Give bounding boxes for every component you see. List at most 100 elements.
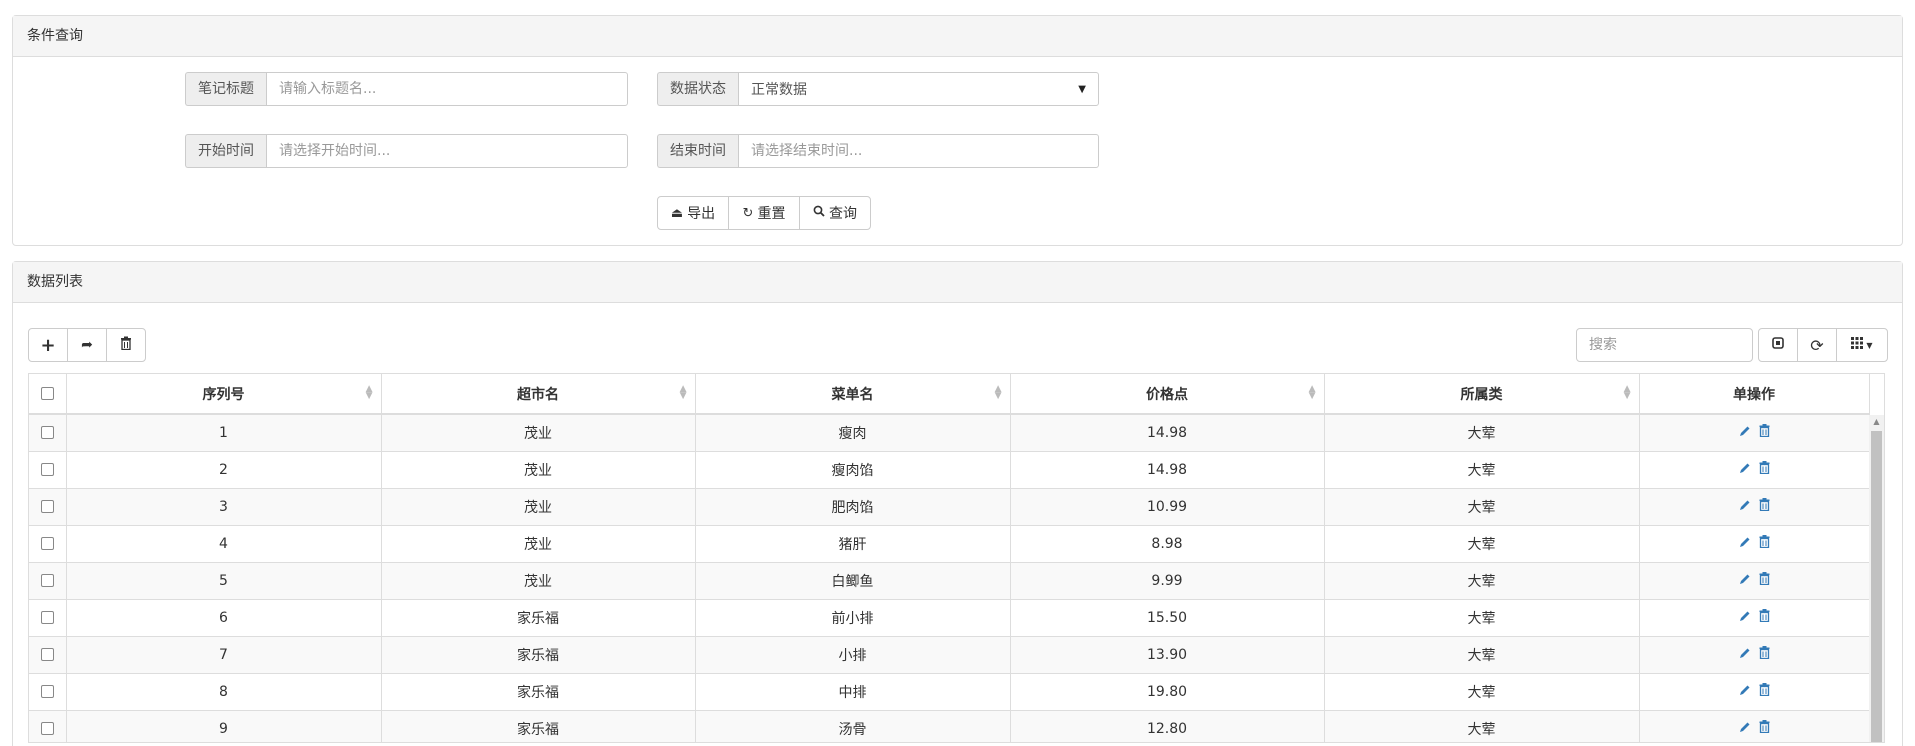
edit-pencil-icon[interactable] (1739, 499, 1751, 515)
column-header-label: 价格点 (1146, 386, 1188, 403)
trash-icon[interactable] (1759, 498, 1770, 515)
cell-market: 家乐福 (381, 709, 696, 742)
table-row[interactable]: 5 茂业 白鲫鱼 9.99 大荤 (29, 561, 1870, 599)
row-select-cell[interactable] (29, 413, 67, 451)
cell-market: 茂业 (381, 450, 696, 488)
toggle-view-button[interactable] (1758, 328, 1798, 362)
cell-id: 6 (66, 598, 382, 636)
end-time-input[interactable] (738, 134, 1099, 168)
table-header-row: 序列号 ▲ ▼ 超市名 ▲ ▼ 菜单名 ▲ ▼ 价格点 ▲ ▼ 所属类 ▲ ▼ 单操作 (29, 374, 1870, 415)
export-icon: ⏏ (670, 205, 684, 221)
row-select-cell[interactable] (29, 450, 67, 488)
row-select-cell[interactable] (29, 561, 67, 599)
select-all-cell[interactable] (29, 374, 67, 415)
row-actions (1639, 450, 1870, 488)
edit-pencil-icon[interactable] (1739, 721, 1751, 737)
table-row[interactable]: 2 茂业 瘦肉馅 14.98 大荤 (29, 450, 1870, 488)
reset-button[interactable]: ↻ 重置 (728, 196, 800, 230)
row-checkbox[interactable] (40, 722, 54, 736)
edit-pencil-icon[interactable] (1739, 425, 1751, 441)
row-select-cell[interactable] (29, 598, 67, 636)
trash-icon[interactable] (1759, 609, 1770, 626)
cell-market: 茂业 (381, 561, 696, 599)
trash-icon[interactable] (1759, 646, 1770, 663)
cell-price: 13.90 (1010, 635, 1325, 673)
trash-icon[interactable] (1759, 720, 1770, 737)
table-row[interactable]: 7 家乐福 小排 13.90 大荤 (29, 635, 1870, 673)
column-header[interactable]: 价格点 ▲ ▼ (1010, 374, 1325, 415)
edit-pencil-icon[interactable] (1739, 462, 1751, 478)
column-header: 单操作 (1639, 374, 1870, 415)
cell-dish: 肥肉馅 (695, 487, 1011, 525)
column-header[interactable]: 菜单名 ▲ ▼ (695, 374, 1011, 415)
start-time-input[interactable] (266, 134, 628, 168)
table-row[interactable]: 1 茂业 瘦肉 14.98 大荤 (29, 413, 1870, 451)
note-title-input[interactable] (266, 72, 628, 106)
list-panel-title: 数据列表 (13, 262, 1902, 303)
delete-button[interactable] (106, 328, 146, 362)
column-header[interactable]: 超市名 ▲ ▼ (381, 374, 696, 415)
trash-icon[interactable] (1759, 461, 1770, 478)
row-checkbox[interactable] (40, 463, 54, 476)
row-select-cell[interactable] (29, 672, 67, 710)
edit-pencil-icon[interactable] (1739, 647, 1751, 663)
query-button[interactable]: 查询 (799, 196, 871, 230)
row-select-cell[interactable] (29, 635, 67, 673)
export-button[interactable]: ⏏ 导出 (657, 196, 729, 230)
column-header[interactable]: 序列号 ▲ ▼ (66, 374, 382, 415)
row-checkbox[interactable] (40, 574, 54, 587)
columns-button[interactable]: ▼ (1836, 328, 1888, 362)
column-header[interactable]: 所属类 ▲ ▼ (1324, 374, 1640, 415)
row-checkbox[interactable] (40, 426, 54, 440)
row-select-cell[interactable] (29, 709, 67, 742)
row-select-cell[interactable] (29, 487, 67, 525)
vertical-scrollbar[interactable]: ▲ (1869, 415, 1884, 742)
table-row[interactable]: 9 家乐福 汤骨 12.80 大荤 (29, 709, 1870, 742)
row-checkbox[interactable] (40, 537, 54, 550)
trash-icon[interactable] (1759, 424, 1770, 441)
grid-icon (1851, 337, 1864, 353)
cell-dish: 白鲫鱼 (695, 561, 1011, 599)
reset-label: 重置 (757, 206, 786, 222)
cell-price: 8.98 (1010, 524, 1325, 562)
row-actions (1639, 524, 1870, 562)
trash-icon[interactable] (1759, 535, 1770, 552)
row-checkbox[interactable] (40, 500, 54, 513)
edit-pencil-icon[interactable] (1739, 536, 1751, 552)
cell-category: 大荤 (1324, 635, 1640, 673)
column-header-label: 所属类 (1460, 386, 1503, 403)
table-row[interactable]: 3 茂业 肥肉馅 10.99 大荤 (29, 487, 1870, 525)
table-row[interactable]: 8 家乐福 中排 19.80 大荤 (29, 672, 1870, 710)
data-status-select[interactable]: 正常数据 ▼ (738, 72, 1099, 106)
trash-icon[interactable] (1759, 572, 1770, 589)
query-panel-title: 条件查询 (13, 16, 1902, 57)
query-button-group: ⏏ 导出 ↻ 重置 查询 (657, 196, 871, 230)
row-checkbox[interactable] (40, 611, 54, 624)
cell-dish: 前小排 (695, 598, 1011, 636)
edit-pencil-icon[interactable] (1739, 610, 1751, 626)
share-button[interactable]: ➦ (67, 328, 107, 362)
select-all-checkbox[interactable] (40, 387, 54, 400)
sort-icon: ▲ ▼ (1308, 384, 1316, 401)
row-checkbox[interactable] (40, 648, 54, 661)
row-checkbox[interactable] (40, 685, 54, 698)
table-search-input[interactable] (1576, 328, 1753, 362)
note-title-group: 笔记标题 (185, 72, 628, 106)
table-toolbar-right: ⟳ ▼ (1758, 328, 1888, 362)
sort-icon: ▲ ▼ (365, 384, 373, 401)
row-actions (1639, 413, 1870, 451)
row-select-cell[interactable] (29, 524, 67, 562)
cell-category: 大荤 (1324, 672, 1640, 710)
trash-icon[interactable] (1759, 683, 1770, 700)
edit-pencil-icon[interactable] (1739, 573, 1751, 589)
table-row[interactable]: 4 茂业 猪肝 8.98 大荤 (29, 524, 1870, 562)
data-table: 序列号 ▲ ▼ 超市名 ▲ ▼ 菜单名 ▲ ▼ 价格点 ▲ ▼ 所属类 ▲ ▼ 单操作 1 茂业 瘦肉 1… (29, 374, 1870, 742)
refresh-button[interactable]: ⟳ (1797, 328, 1837, 362)
edit-pencil-icon[interactable] (1739, 684, 1751, 700)
row-actions (1639, 635, 1870, 673)
table-row[interactable]: 6 家乐福 前小排 15.50 大荤 (29, 598, 1870, 636)
scroll-up-icon[interactable]: ▲ (1869, 417, 1884, 426)
scrollbar-thumb[interactable] (1871, 431, 1882, 742)
cell-id: 1 (66, 413, 382, 451)
add-button[interactable]: + (28, 328, 68, 362)
